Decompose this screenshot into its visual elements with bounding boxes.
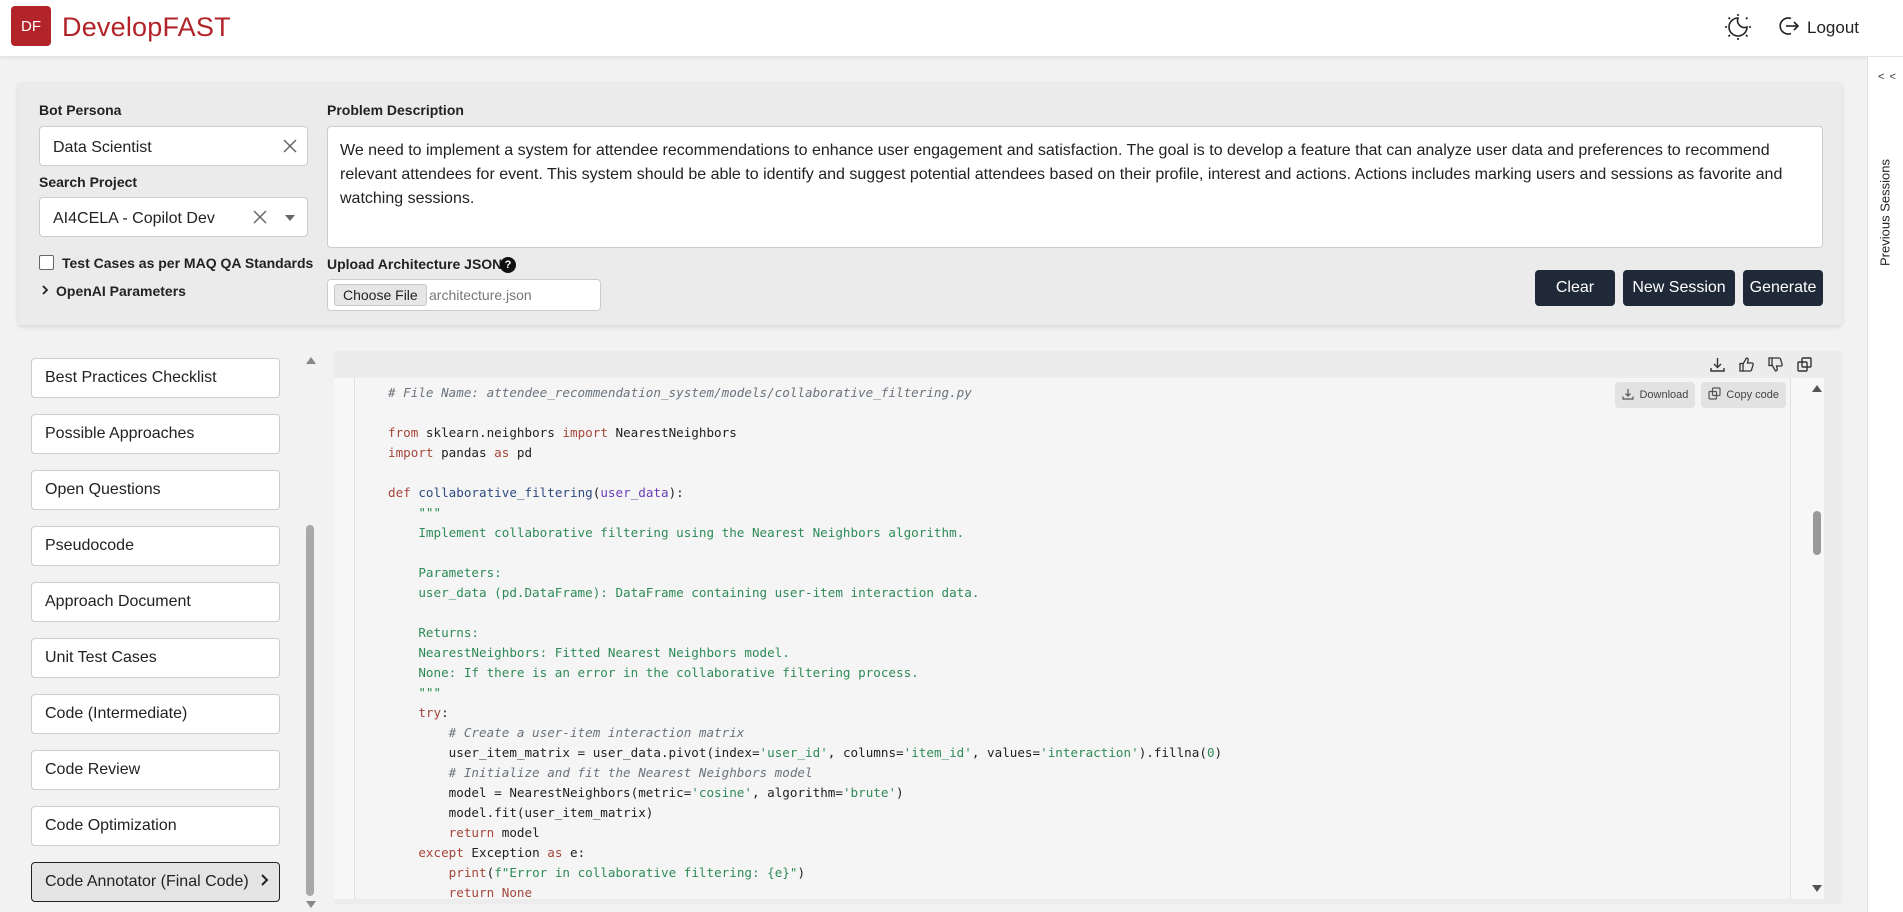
- previous-sessions-rail: < < Previous Sessions: [1867, 57, 1903, 912]
- download-icon[interactable]: [1708, 355, 1727, 374]
- choose-file-button[interactable]: Choose File: [334, 284, 427, 306]
- app-title: DevelopFAST: [62, 12, 231, 42]
- scroll-up-arrow[interactable]: [306, 357, 316, 364]
- bot-persona-select[interactable]: Data Scientist: [39, 126, 308, 166]
- problem-description-label: Problem Description: [327, 102, 464, 118]
- nav-item-label: Code Annotator (Final Code): [45, 873, 249, 890]
- search-project-select[interactable]: AI4CELA - Copilot Dev: [39, 197, 308, 237]
- chevron-down-icon[interactable]: [283, 211, 297, 225]
- nav-best-practices-checklist[interactable]: Best Practices Checklist: [31, 358, 280, 398]
- code-toolbar: Download Copy code: [1615, 382, 1786, 408]
- bot-persona-value: Data Scientist: [53, 139, 152, 156]
- thumbs-down-icon[interactable]: [1766, 355, 1785, 374]
- scrollbar-thumb[interactable]: [1813, 511, 1821, 555]
- nav-open-questions[interactable]: Open Questions: [31, 470, 280, 510]
- clear-button[interactable]: Clear: [1535, 270, 1615, 306]
- nav-pseudocode[interactable]: Pseudocode: [31, 526, 280, 566]
- nav-code-annotator-final-code[interactable]: Code Annotator (Final Code): [31, 862, 280, 902]
- nav-possible-approaches[interactable]: Possible Approaches: [31, 414, 280, 454]
- output-actions: [1708, 355, 1814, 374]
- collapse-rail-button[interactable]: < <: [1878, 71, 1897, 83]
- selected-file-name: architecture.json: [429, 287, 532, 303]
- new-session-button[interactable]: New Session: [1623, 270, 1735, 306]
- code-content: # File Name: attendee_recommendation_sys…: [388, 385, 1223, 899]
- search-project-value: AI4CELA - Copilot Dev: [53, 210, 215, 227]
- code-download-button[interactable]: Download: [1615, 382, 1696, 408]
- logout-button[interactable]: Logout: [1778, 15, 1859, 41]
- download-label: Download: [1639, 389, 1689, 401]
- output-section-list: Best Practices Checklist Possible Approa…: [18, 351, 318, 912]
- scroll-down-arrow[interactable]: [1812, 885, 1822, 892]
- help-icon[interactable]: ?: [500, 257, 516, 273]
- logout-icon: [1778, 15, 1800, 42]
- architecture-file-input[interactable]: Choose File architecture.json: [327, 279, 601, 311]
- copy-code-label: Copy code: [1726, 389, 1779, 401]
- code-block: Download Copy code # File Name: attendee…: [354, 378, 1791, 899]
- test-cases-label: Test Cases as per MAQ QA Standards: [62, 255, 314, 271]
- nav-scrollbar[interactable]: [304, 351, 318, 912]
- clear-persona-icon[interactable]: [281, 137, 299, 155]
- bot-persona-label: Bot Persona: [39, 102, 122, 118]
- thumbs-up-icon[interactable]: [1737, 355, 1756, 374]
- nav-unit-test-cases[interactable]: Unit Test Cases: [31, 638, 280, 678]
- copy-code-button[interactable]: Copy code: [1701, 382, 1786, 408]
- input-form-panel: Bot Persona Data Scientist Search Projec…: [18, 82, 1842, 325]
- test-cases-checkbox[interactable]: [39, 255, 54, 270]
- nav-code-review[interactable]: Code Review: [31, 750, 280, 790]
- chevron-right-icon: [259, 873, 269, 892]
- scroll-up-arrow[interactable]: [1812, 385, 1822, 392]
- download-icon: [1622, 388, 1635, 403]
- generate-button[interactable]: Generate: [1743, 270, 1823, 306]
- nav-code-optimization[interactable]: Code Optimization: [31, 806, 280, 846]
- openai-parameters-label: OpenAI Parameters: [56, 283, 186, 299]
- nav-approach-document[interactable]: Approach Document: [31, 582, 280, 622]
- app-header: DF DevelopFAST Logout: [0, 0, 1903, 57]
- copy-icon: [1708, 387, 1722, 403]
- copy-icon[interactable]: [1795, 355, 1814, 374]
- scrollbar-thumb[interactable]: [306, 525, 314, 896]
- previous-sessions-toggle[interactable]: Previous Sessions: [1870, 153, 1900, 273]
- openai-parameters-toggle[interactable]: OpenAI Parameters: [40, 283, 186, 299]
- theme-toggle-button[interactable]: [1723, 13, 1753, 46]
- chevron-right-icon: [40, 283, 50, 299]
- code-block-container: Download Copy code # File Name: attendee…: [334, 378, 1824, 899]
- upload-architecture-label: Upload Architecture JSON: [327, 256, 503, 272]
- moon-sun-icon: [1724, 13, 1752, 46]
- scroll-down-arrow[interactable]: [306, 901, 316, 908]
- logout-label: Logout: [1807, 18, 1859, 37]
- clear-project-icon[interactable]: [251, 208, 269, 226]
- nav-code-intermediate[interactable]: Code (Intermediate): [31, 694, 280, 734]
- logo: DF: [11, 6, 51, 46]
- code-scrollbar[interactable]: [1810, 378, 1824, 899]
- problem-description-textarea[interactable]: We need to implement a system for attend…: [327, 126, 1823, 248]
- code-output-panel: Download Copy code # File Name: attendee…: [334, 351, 1842, 904]
- search-project-label: Search Project: [39, 174, 138, 190]
